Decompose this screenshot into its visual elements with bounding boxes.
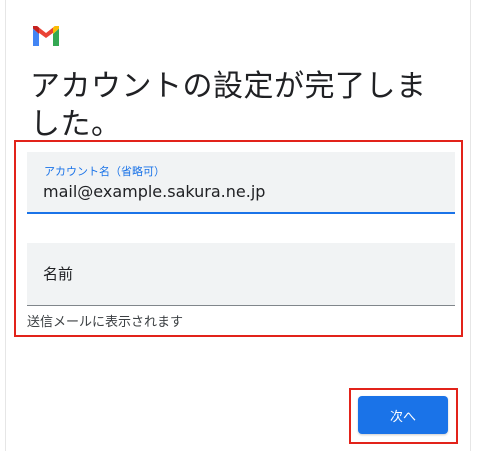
frame-edge-left — [5, 0, 6, 451]
name-field-placeholder: 名前 — [43, 265, 74, 283]
frame-edge-right — [470, 0, 471, 451]
gmail-logo-icon — [33, 26, 59, 46]
next-button[interactable]: 次へ — [358, 396, 448, 434]
account-name-field[interactable]: アカウント名（省略可） mail@example.sakura.ne.jp — [27, 152, 455, 214]
account-setup-screen: アカウントの設定が完了しました。 アカウント名（省略可） mail@exampl… — [0, 0, 477, 451]
account-name-value[interactable]: mail@example.sakura.ne.jp — [43, 182, 265, 201]
name-field-helper-text: 送信メールに表示されます — [27, 315, 184, 330]
account-name-label: アカウント名（省略可） — [44, 165, 165, 178]
page-title: アカウントの設定が完了しました。 — [30, 69, 427, 142]
name-field[interactable]: 名前 — [27, 243, 455, 306]
